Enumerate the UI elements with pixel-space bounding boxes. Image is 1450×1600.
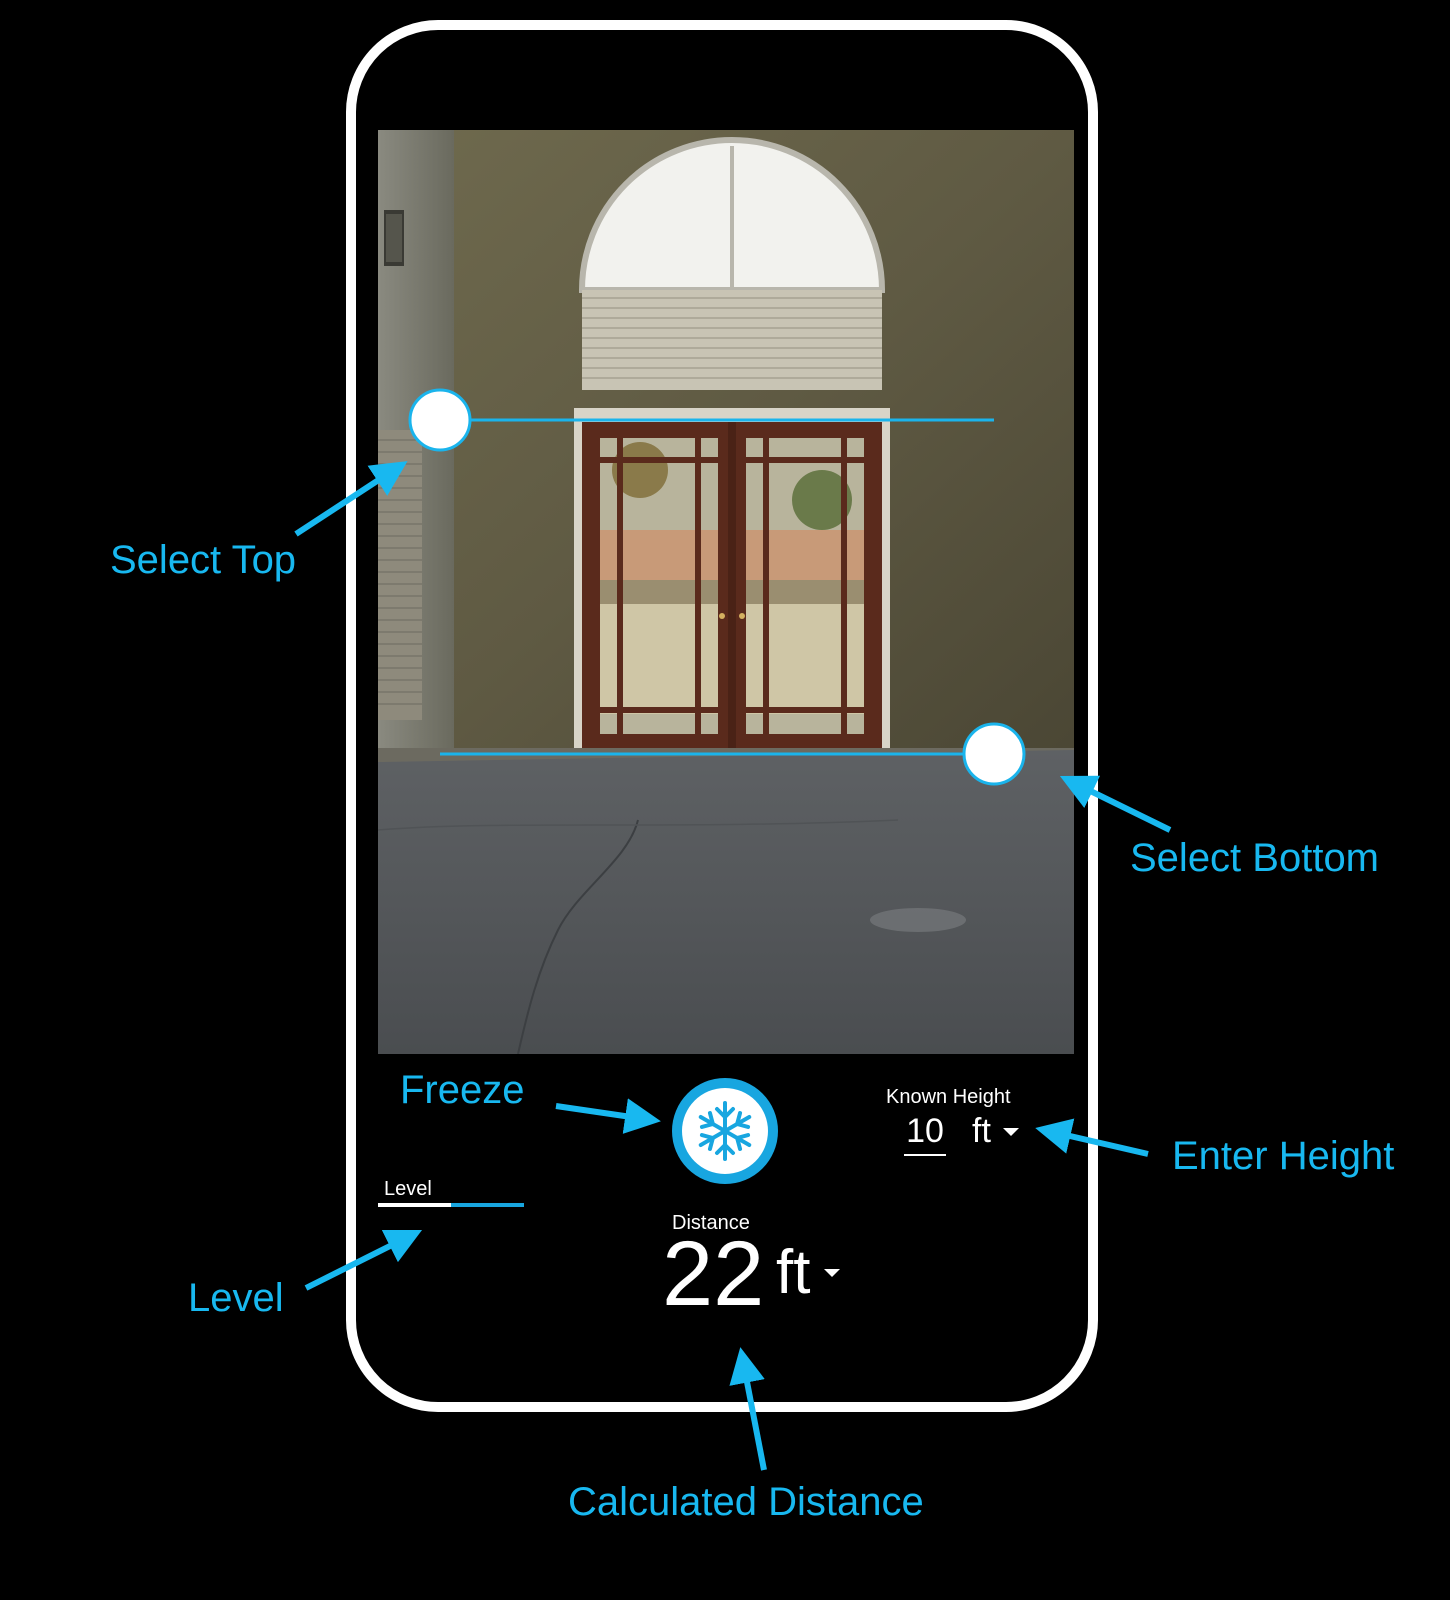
callout-select-top: Select Top [110,538,297,582]
known-height-unit-label: ft [972,1112,991,1150]
phone-screen: Known Height 10 ft Level Distance 22 ft [378,48,1074,1388]
level-label: Level [384,1178,432,1200]
callout-level: Level [188,1276,284,1320]
distance-unit-dropdown[interactable]: ft [776,1238,841,1308]
known-height-label: Known Height [886,1086,1011,1108]
known-height-unit-dropdown[interactable]: ft [972,1108,1019,1154]
distance-unit-label: ft [776,1238,811,1307]
callout-freeze: Freeze [400,1068,525,1112]
freeze-button[interactable] [672,1078,778,1184]
freeze-inner [682,1088,768,1174]
snowflake-icon [698,1101,752,1161]
caret-down-icon [824,1269,841,1277]
caret-down-icon [1002,1128,1019,1136]
room-photo [378,130,1074,1054]
stage: Known Height 10 ft Level Distance 22 ft … [0,0,1450,1600]
callout-select-bottom: Select Bottom [1130,836,1380,880]
callout-enter-height: Enter Height [1172,1134,1395,1178]
callout-calculated-distance: Calculated Distance [568,1480,924,1524]
level-indicator [378,1203,524,1207]
distance-value: 22 [662,1223,765,1325]
level-indicator-fill [378,1203,451,1207]
top-handle[interactable] [408,388,472,452]
known-height-input[interactable]: 10 [904,1108,946,1156]
bottom-handle[interactable] [962,722,1026,786]
camera-view[interactable] [378,130,1074,1054]
